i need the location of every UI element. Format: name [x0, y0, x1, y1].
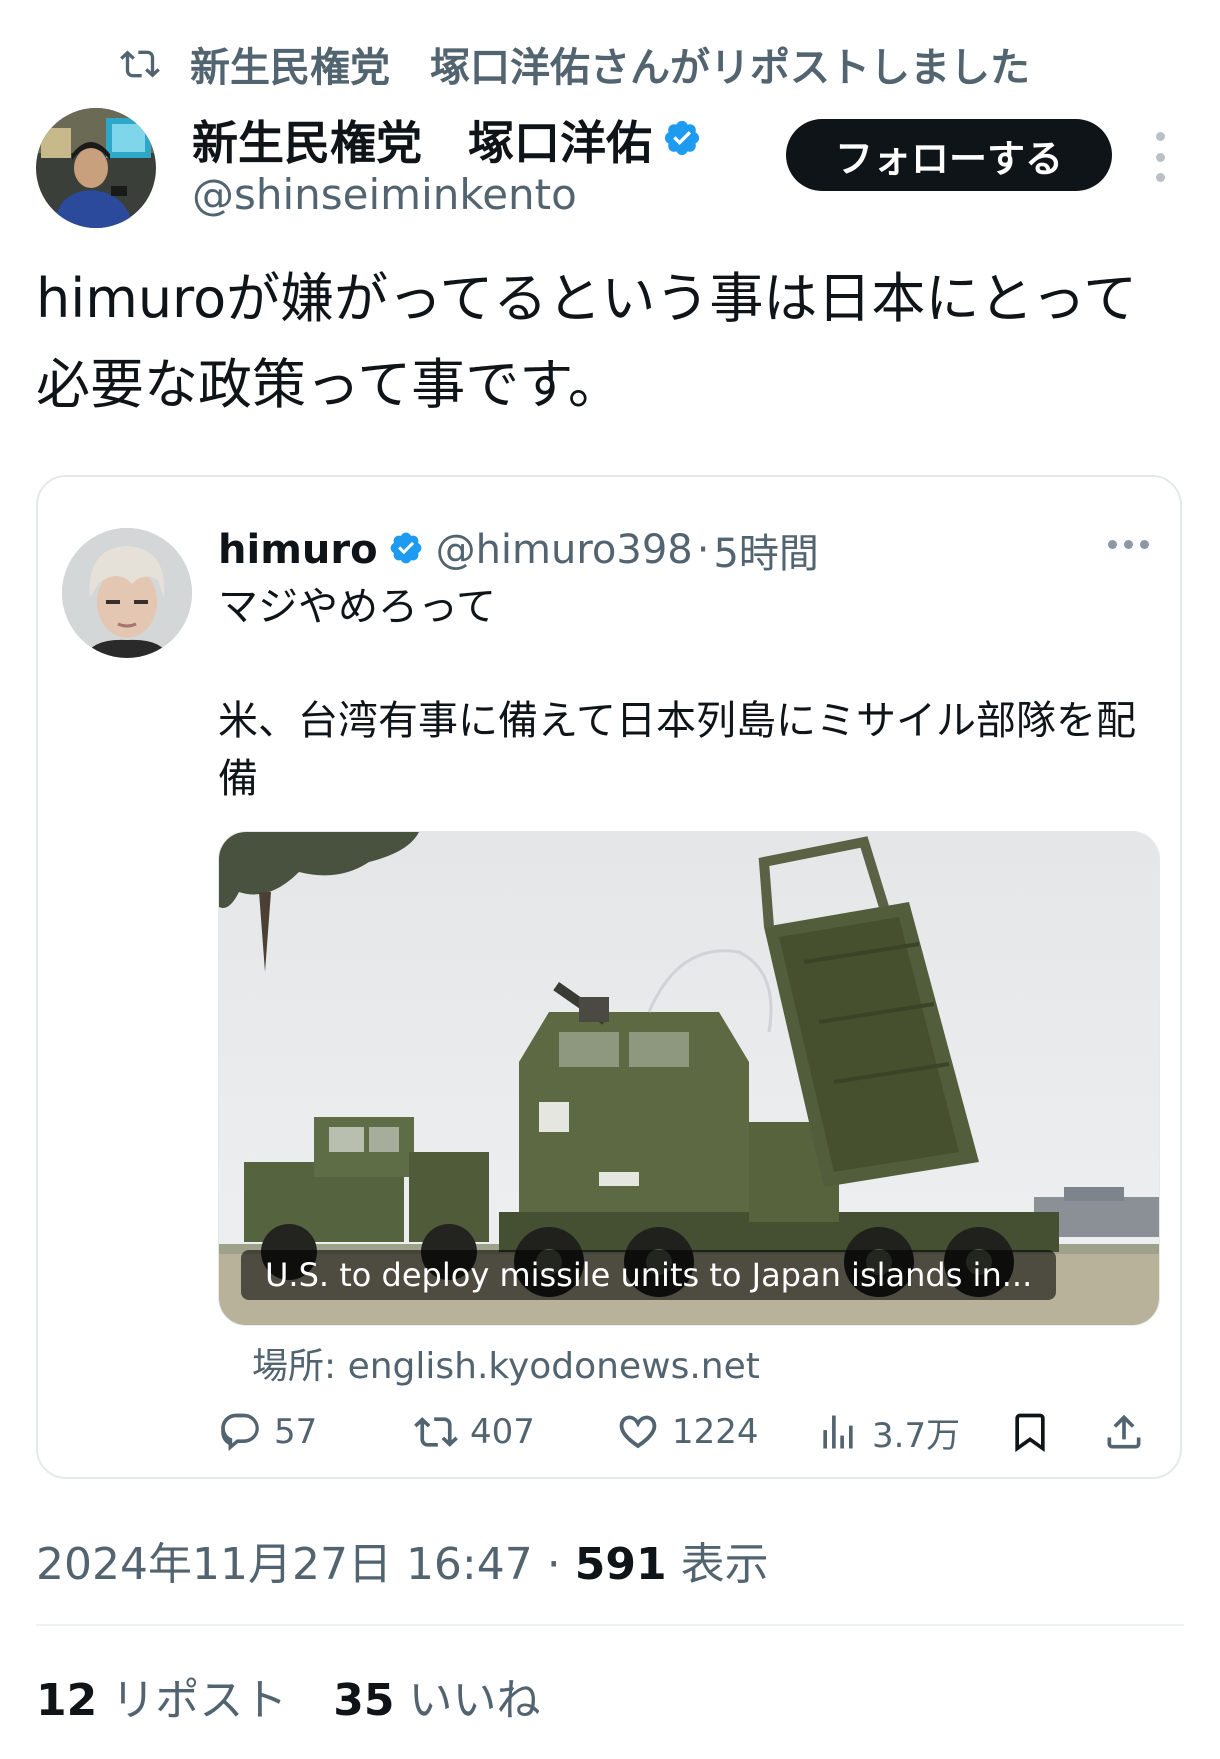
- share-button[interactable]: [1102, 1402, 1158, 1462]
- repost-button[interactable]: 407: [414, 1402, 535, 1462]
- quoted-author-handle[interactable]: @himuro398: [436, 527, 693, 573]
- tweet-text-line: 必要な政策って事です。: [36, 353, 622, 416]
- repost-header-text: 新生民権党 塚口洋佑さんがリポストしました: [190, 45, 1030, 91]
- tweet-text-line: himuroが嫌がってるという事は日本にとって: [36, 267, 1138, 330]
- tweet-timestamp[interactable]: 2024年11月27日 16:47: [36, 1539, 533, 1590]
- share-icon: [1107, 1414, 1141, 1449]
- reposts-total: 12: [36, 1675, 98, 1726]
- quoted-tweet-header: himuro @himuro398 · 5時間: [218, 520, 819, 580]
- like-button[interactable]: 1224: [616, 1402, 759, 1462]
- bookmark-icon: [1015, 1413, 1045, 1453]
- verified-badge-icon: [388, 530, 424, 570]
- reply-count: 57: [274, 1412, 318, 1452]
- reply-button[interactable]: 57: [218, 1402, 317, 1462]
- bookmark-button[interactable]: [1008, 1402, 1064, 1462]
- author-name-row[interactable]: 新生民権党 塚口洋佑: [192, 108, 702, 172]
- quoted-tweet-text: マジやめろって: [218, 584, 496, 630]
- repost-icon: [414, 1417, 458, 1447]
- likes-stat[interactable]: 35 いいね: [333, 1675, 540, 1726]
- likes-total: 35: [333, 1675, 395, 1726]
- separator-dot: ·: [546, 1539, 561, 1590]
- more-options-icon[interactable]: [1150, 132, 1170, 182]
- views-count: 3.7万: [872, 1415, 961, 1456]
- author-avatar[interactable]: [36, 108, 156, 228]
- repost-count: 407: [470, 1412, 535, 1452]
- quoted-author-name[interactable]: himuro: [218, 527, 378, 573]
- repost-header[interactable]: 新生民権党 塚口洋佑さんがリポストしました: [120, 36, 1030, 92]
- analytics-icon: [823, 1415, 853, 1449]
- author-name[interactable]: 新生民権党 塚口洋佑: [192, 107, 652, 173]
- tweet-meta: 2024年11月27日 16:47 · 591 表示: [36, 1528, 769, 1592]
- views-total: 591: [574, 1539, 667, 1590]
- views-button[interactable]: 3.7万: [816, 1402, 960, 1462]
- repost-icon: [120, 50, 160, 78]
- heart-icon: [619, 1415, 657, 1449]
- views-label: 表示: [680, 1539, 769, 1590]
- reposts-stat[interactable]: 12 リポスト: [36, 1675, 301, 1726]
- likes-label: いいね: [408, 1675, 541, 1726]
- tweet-text: himuroが嫌がってるという事は日本にとって 必要な政策って事です。: [36, 256, 1186, 428]
- quoted-more-options-icon[interactable]: [1108, 540, 1149, 549]
- reply-icon: [221, 1413, 259, 1451]
- verified-badge-icon: [662, 118, 702, 162]
- tweet-stats: 12 リポスト 35 いいね: [36, 1664, 540, 1728]
- like-count: 1224: [672, 1412, 759, 1452]
- follow-button[interactable]: フォローする: [786, 119, 1112, 191]
- reposts-label: リポスト: [111, 1675, 288, 1726]
- quoted-author-avatar[interactable]: [62, 528, 192, 658]
- quoted-tweet-headline: 米、台湾有事に備えて日本列島にミサイル部隊を配備: [218, 698, 1136, 802]
- quoted-tweet-action-bar: 57 407 1224 3.7万: [218, 1402, 1158, 1462]
- link-card-source[interactable]: 場所: english.kyodonews.net: [252, 1337, 760, 1389]
- separator-dot: ·: [696, 527, 710, 573]
- quoted-tweet-time[interactable]: 5時間: [713, 521, 818, 579]
- divider: [36, 1624, 1184, 1626]
- author-handle[interactable]: @shinseiminkento: [192, 170, 577, 219]
- link-card-title[interactable]: U.S. to deploy missile units to Japan is…: [241, 1250, 1057, 1300]
